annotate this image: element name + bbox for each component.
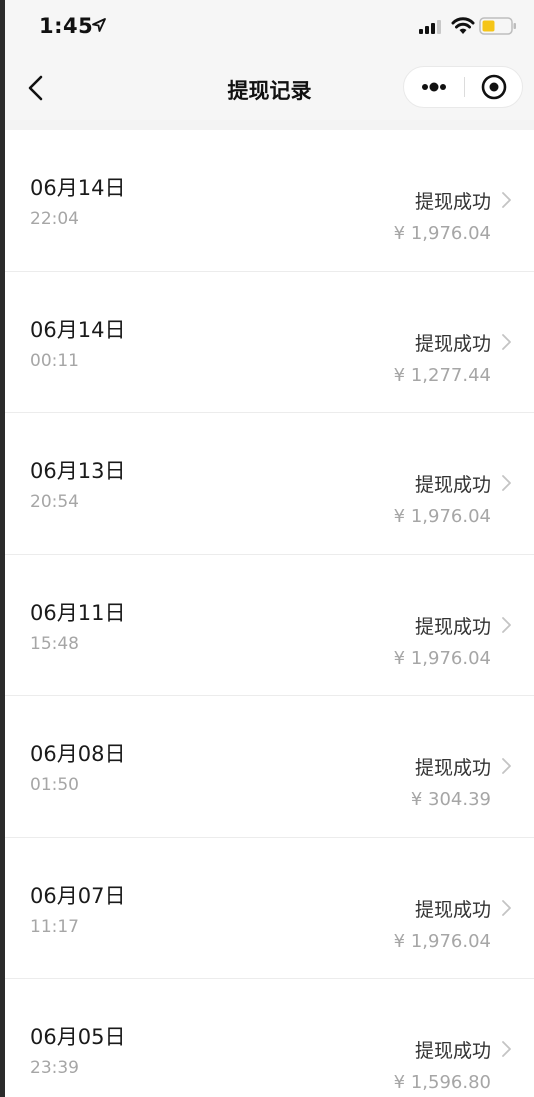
list-item[interactable]: 06月05日 23:39 提现成功 ¥ 1,596.80 [5, 979, 534, 1097]
record-amount: ¥ 304.39 [410, 789, 491, 810]
record-status: 提现成功 [414, 474, 491, 496]
record-amount: ¥ 1,976.04 [393, 647, 491, 669]
record-time: 20:54 [30, 492, 79, 512]
record-date: 06月07日 [30, 883, 126, 908]
record-status: 提现成功 [414, 191, 491, 213]
record-date: 06月08日 [30, 742, 126, 766]
list-item[interactable]: 06月14日 00:11 提现成功 ¥ 1,277.44 [5, 272, 534, 413]
record-status: 提现成功 [414, 615, 491, 638]
record-time: 00:11 [30, 350, 79, 371]
chevron-right-icon [502, 899, 511, 916]
record-date: 06月14日 [30, 176, 126, 200]
record-amount: ¥ 1,976.04 [393, 506, 491, 527]
record-target-icon [481, 74, 507, 100]
record-amount: ¥ 1,976.04 [393, 223, 491, 244]
more-dots-icon [422, 82, 446, 92]
record-amount: ¥ 1,596.80 [393, 1072, 491, 1093]
list-item[interactable]: 06月07日 11:17 提现成功 ¥ 1,976.04 [5, 838, 534, 979]
record-status: 提现成功 [414, 332, 491, 355]
mini-program-capsule [403, 66, 523, 108]
section-gap [5, 120, 534, 130]
withdrawal-record-list: 06月14日 22:04 提现成功 ¥ 1,976.04 06月14日 00:1… [5, 130, 534, 1097]
record-status: 提现成功 [414, 1040, 491, 1062]
navigation-bar: 提现记录 [5, 56, 534, 120]
chevron-right-icon [502, 475, 511, 491]
chevron-right-icon [502, 192, 511, 208]
record-time: 11:17 [30, 916, 79, 937]
location-arrow-icon [92, 18, 106, 32]
record-time: 22:04 [30, 209, 79, 229]
battery-icon [479, 17, 516, 35]
status-bar: 1:45 [5, 0, 534, 56]
record-status: 提现成功 [414, 898, 491, 921]
record-date: 06月13日 [30, 459, 126, 483]
phone-screen: 1:45 提现记录 06月14日 22:04 提现成功 ¥ 1,976.04 0… [5, 0, 534, 1097]
list-item[interactable]: 06月08日 01:50 提现成功 ¥ 304.39 [5, 696, 534, 838]
cellular-signal-icon [419, 20, 441, 34]
record-date: 06月05日 [30, 1025, 126, 1049]
record-time: 15:48 [30, 633, 79, 654]
record-date: 06月11日 [30, 600, 126, 625]
record-time: 01:50 [30, 775, 79, 795]
record-amount: ¥ 1,976.04 [393, 930, 491, 952]
list-item[interactable]: 06月14日 22:04 提现成功 ¥ 1,976.04 [5, 130, 534, 272]
record-status: 提现成功 [414, 757, 491, 779]
record-amount: ¥ 1,277.44 [393, 364, 491, 386]
list-item[interactable]: 06月13日 20:54 提现成功 ¥ 1,976.04 [5, 413, 534, 555]
status-time: 1:45 [39, 14, 94, 38]
record-date: 06月14日 [30, 317, 126, 342]
record-time: 23:39 [30, 1058, 79, 1078]
chevron-right-icon [502, 616, 511, 633]
chevron-right-icon [502, 333, 511, 350]
chevron-right-icon [502, 1041, 511, 1057]
close-button[interactable] [465, 67, 523, 107]
more-button[interactable] [404, 67, 464, 107]
chevron-right-icon [502, 758, 511, 774]
wifi-icon [451, 17, 475, 34]
list-item[interactable]: 06月11日 15:48 提现成功 ¥ 1,976.04 [5, 555, 534, 696]
